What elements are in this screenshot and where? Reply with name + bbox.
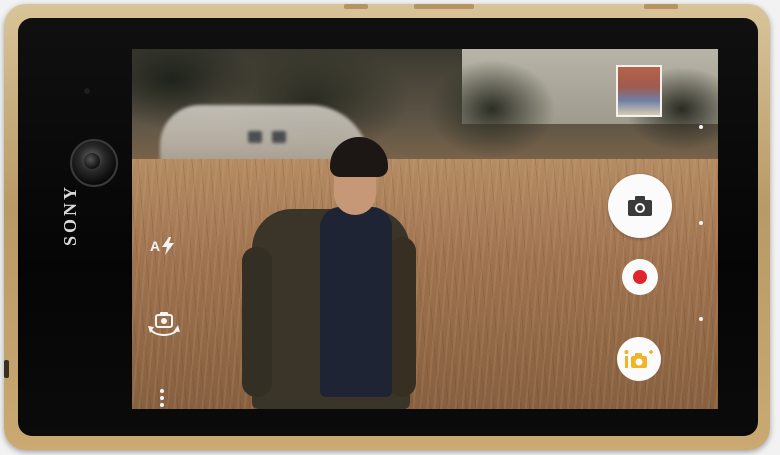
flash-mode-label: A	[150, 238, 161, 254]
scarf	[320, 207, 392, 397]
shutter-button[interactable]	[608, 174, 672, 238]
flash-auto-icon	[162, 237, 175, 255]
camera-shutter-icon	[628, 196, 652, 216]
subject-person	[242, 137, 416, 409]
dot	[160, 389, 164, 393]
phone-frame: SONY A	[4, 4, 770, 450]
record-video-button[interactable]	[622, 259, 658, 295]
hair	[330, 137, 388, 177]
camera-apps-button[interactable]	[617, 337, 661, 381]
dot	[160, 403, 164, 407]
mode-indicator-dot	[699, 317, 703, 321]
headphone-port	[4, 360, 9, 378]
proximity-sensor	[84, 88, 90, 94]
brand-logo: SONY	[60, 183, 80, 246]
more-options-button[interactable]	[160, 389, 164, 407]
power-button	[344, 4, 368, 9]
camera-key	[644, 4, 678, 9]
dot	[160, 396, 164, 400]
mode-indicator-dot	[699, 125, 703, 129]
flash-auto-button[interactable]: A	[150, 237, 175, 255]
switch-camera-icon[interactable]	[146, 311, 182, 339]
jacket-right-arm	[388, 237, 416, 397]
jacket-left-arm	[242, 247, 272, 397]
phone-bezel: SONY A	[18, 18, 758, 436]
volume-button	[414, 4, 474, 9]
last-photo-thumbnail[interactable]	[616, 65, 662, 117]
camera-viewfinder[interactable]: A	[132, 49, 718, 409]
front-camera-lens	[70, 139, 118, 187]
record-video-icon	[633, 270, 647, 284]
camera-apps-icon	[624, 350, 653, 368]
mode-indicator-dot	[699, 221, 703, 225]
